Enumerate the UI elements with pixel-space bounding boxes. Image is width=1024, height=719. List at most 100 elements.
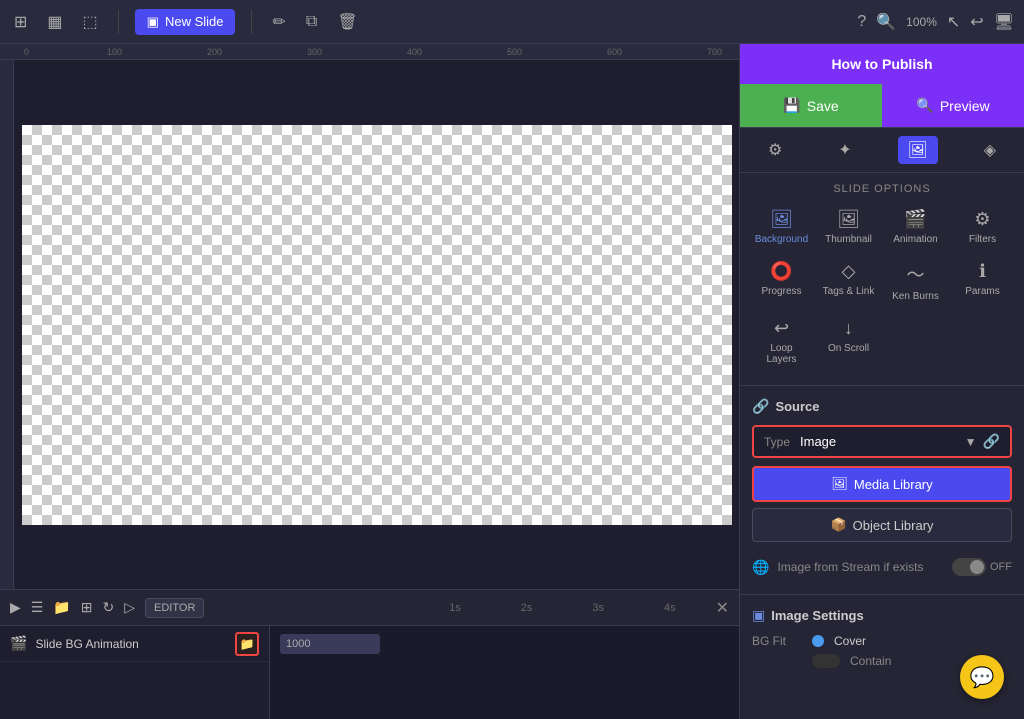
toolbar-right: ? 🔍 100% ↖ ↩ 🖥 xyxy=(857,12,1014,32)
ruler-mark-0: 0 xyxy=(24,47,29,57)
pencil-icon[interactable]: ✏ xyxy=(268,8,289,36)
cursor-icon[interactable]: ↖ xyxy=(947,12,960,32)
stream-toggle[interactable] xyxy=(952,558,986,576)
trash-icon[interactable]: 🗑 xyxy=(333,8,361,36)
toggle-knob xyxy=(970,560,984,574)
help-icon[interactable]: ? xyxy=(857,13,866,31)
seq-value: 1000 xyxy=(286,638,310,650)
tags-link-icon: ◇ xyxy=(842,261,856,282)
on-scroll-label: On Scroll xyxy=(828,343,869,354)
stream-row: 🌐 Image from Stream if exists OFF xyxy=(752,552,1012,582)
tl-icon-list[interactable]: ☰ xyxy=(31,599,44,616)
canvas-wrapper: 0 100 200 300 400 500 600 700 ▶ ☰ 📁 ⊞ xyxy=(0,44,739,719)
opt-animation[interactable]: 🎬 Animation xyxy=(884,203,947,251)
image-settings-icon: ▣ xyxy=(752,607,765,624)
top-toolbar: ⊞ ▦ ⬚ ▣ New Slide ✏ ⧉ 🗑 ? 🔍 100% ↖ ↩ 🖥 xyxy=(0,0,1024,44)
track-icon-animation: 🎬 xyxy=(10,635,27,652)
time-1s: 1s xyxy=(449,602,461,614)
search-icon[interactable]: 🔍 xyxy=(876,12,896,32)
opt-loop-layers[interactable]: ↩ Loop Layers xyxy=(750,312,813,371)
tl-icon-grid[interactable]: ⊞ xyxy=(81,599,93,616)
time-4s: 4s xyxy=(664,602,676,614)
time-marks: 1s 2s 3s 4s xyxy=(449,602,696,614)
opt-thumbnail[interactable]: 🖼 Thumbnail xyxy=(817,203,880,251)
slide-canvas[interactable] xyxy=(22,125,732,525)
save-button[interactable]: 💾 Save xyxy=(740,84,882,127)
loop-layers-icon: ↩ xyxy=(774,318,789,339)
image-settings-label: Image Settings xyxy=(771,608,863,623)
ken-burns-icon: 〜 xyxy=(907,261,925,287)
timeline-close-button[interactable]: ✕ xyxy=(716,598,729,618)
sequence-bar[interactable]: 1000 xyxy=(280,634,380,654)
type-link-icon[interactable]: 🔗 xyxy=(983,433,1000,450)
icon-grid[interactable]: ⊞ xyxy=(10,8,31,36)
bg-fit-row: BG Fit Cover xyxy=(752,634,1012,648)
opt-ken-burns[interactable]: 〜 Ken Burns xyxy=(884,255,947,308)
tl-icon-play2[interactable]: ▷ xyxy=(124,599,135,616)
settings-icon: ⚙ xyxy=(768,140,782,160)
tab-layers[interactable]: ◈ xyxy=(974,136,1006,164)
source-section: 🔗 Source Type Image Video Color Gradient… xyxy=(740,390,1024,590)
thumbnail-icon: 🖼 xyxy=(837,209,860,230)
time-3s: 3s xyxy=(592,602,604,614)
opt-tags-link[interactable]: ◇ Tags & Link xyxy=(817,255,880,308)
opt-params[interactable]: ℹ Params xyxy=(951,255,1014,308)
table-row[interactable]: 🎬 Slide BG Animation 📁 xyxy=(0,626,269,662)
animation-label: Animation xyxy=(893,234,937,245)
type-select[interactable]: Image Video Color Gradient xyxy=(800,434,965,449)
cover-radio[interactable] xyxy=(812,635,824,647)
undo-icon[interactable]: ↩ xyxy=(970,12,983,32)
track-folder-button[interactable]: 📁 xyxy=(235,632,259,656)
object-library-button[interactable]: 📦 Object Library xyxy=(752,508,1012,542)
monitor-icon[interactable]: 🖥 xyxy=(994,12,1014,32)
panel-actions: 💾 Save 🔍 Preview xyxy=(740,84,1024,128)
progress-label: Progress xyxy=(761,286,801,297)
icon-frame[interactable]: ⬚ xyxy=(79,8,102,36)
copy-icon[interactable]: ⧉ xyxy=(302,9,321,35)
tl-icon-play[interactable]: ▶ xyxy=(10,599,21,616)
type-row: Type Image Video Color Gradient ▼ 🔗 xyxy=(752,425,1012,458)
ruler-mark-400: 400 xyxy=(407,47,422,57)
canvas-body xyxy=(0,60,739,589)
tab-elements[interactable]: ✦ xyxy=(828,136,861,164)
icon-columns[interactable]: ▦ xyxy=(43,8,66,36)
panel-divider-1 xyxy=(740,385,1024,386)
canvas-container[interactable] xyxy=(14,60,739,589)
slide-name-label: New Slide xyxy=(165,14,224,29)
tl-icon-loop[interactable]: ↻ xyxy=(103,599,115,616)
chat-button[interactable]: 💬 xyxy=(960,655,1004,699)
loop-layers-label: Loop Layers xyxy=(754,343,809,365)
params-label: Params xyxy=(965,286,999,297)
source-header: 🔗 Source xyxy=(752,398,1012,415)
contain-toggle[interactable] xyxy=(812,654,840,668)
contain-label: Contain xyxy=(850,654,891,668)
ruler-vertical xyxy=(0,60,14,589)
slide-options-title: SLIDE OPTIONS xyxy=(740,173,1024,203)
editor-badge: EDITOR xyxy=(145,598,204,618)
media-library-label: Media Library xyxy=(854,477,933,492)
media-library-button[interactable]: 🖼 Media Library xyxy=(752,466,1012,502)
thumbnail-label: Thumbnail xyxy=(825,234,872,245)
source-label: Source xyxy=(775,399,819,414)
tab-settings[interactable]: ⚙ xyxy=(758,136,792,164)
cover-label: Cover xyxy=(834,634,866,648)
tab-media[interactable]: 🖼 xyxy=(898,136,938,164)
opt-progress[interactable]: ⭕ Progress xyxy=(750,255,813,308)
new-slide-button[interactable]: ▣ New Slide xyxy=(135,9,236,35)
elements-icon: ✦ xyxy=(838,140,851,160)
opt-on-scroll[interactable]: ↓ On Scroll xyxy=(817,312,880,371)
object-library-icon: 📦 xyxy=(830,517,846,533)
opt-background[interactable]: 🖼 Background xyxy=(750,203,813,251)
stream-label: Image from Stream if exists xyxy=(777,560,952,574)
tl-icon-folder[interactable]: 📁 xyxy=(53,599,70,616)
preview-icon: 🔍 xyxy=(916,97,933,114)
background-label: Background xyxy=(755,234,808,245)
bg-fit-label: BG Fit xyxy=(752,634,802,648)
track-label: Slide BG Animation xyxy=(35,637,227,651)
preview-button[interactable]: 🔍 Preview xyxy=(882,84,1024,127)
slide-icon: ▣ xyxy=(147,14,159,30)
dropdown-arrow-icon: ▼ xyxy=(965,435,977,449)
timeline-tracks: 🎬 Slide BG Animation 📁 xyxy=(0,626,270,719)
opt-filters[interactable]: ⚙ Filters xyxy=(951,203,1014,251)
save-label: Save xyxy=(807,98,839,114)
